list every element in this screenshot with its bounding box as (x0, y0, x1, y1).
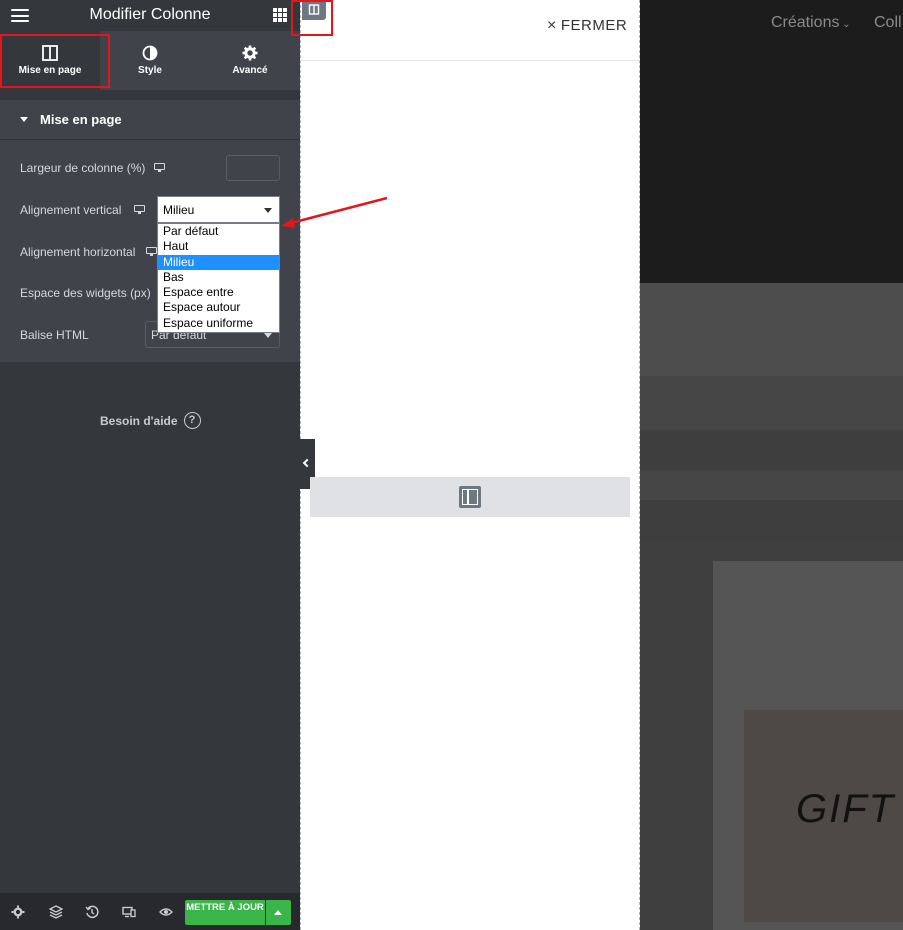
dropdown-option-selected[interactable]: Milieu (158, 254, 279, 270)
vertical-align-select[interactable]: Milieu (157, 196, 280, 223)
vertical-align-dropdown-list: Par défaut Haut Milieu Bas Espace entre … (157, 223, 280, 333)
editor-canvas-column (300, 0, 640, 930)
nav-label: Créations (771, 14, 840, 31)
question-circle-icon: ? (183, 412, 201, 429)
responsive-mode-icon[interactable] (122, 905, 136, 919)
background-band (640, 430, 903, 470)
chevron-left-icon (302, 458, 312, 468)
horizontal-align-label: Alignement horizontal (20, 245, 136, 259)
close-label: FERMER (560, 17, 628, 34)
widgets-grid-icon[interactable] (273, 8, 287, 22)
widget-gap-label: Espace des widgets (px) (20, 286, 151, 300)
column-width-input[interactable] (226, 155, 280, 181)
history-icon[interactable] (85, 905, 99, 919)
update-button[interactable]: METTRE À JOUR (185, 900, 265, 925)
annotation-highlight-box (0, 34, 110, 88)
close-button[interactable]: × FERMER (547, 17, 627, 35)
site-preview: Créations ⌄ Coll GIFT C (640, 0, 903, 930)
caret-down-icon (20, 117, 28, 122)
annotation-arrow (281, 196, 388, 228)
tab-advanced[interactable]: Avancé (200, 31, 300, 90)
nav-item-collections[interactable]: Coll (874, 14, 902, 32)
chevron-down-icon (264, 333, 272, 338)
tab-style[interactable]: Style (100, 31, 200, 90)
dropdown-option[interactable]: Espace autour (158, 300, 279, 315)
gear-icon (242, 45, 258, 61)
nav-item-creations[interactable]: Créations ⌄ (771, 14, 851, 32)
update-options-button[interactable] (266, 900, 291, 925)
background-band (640, 283, 903, 376)
background-band (640, 376, 903, 430)
dropdown-option[interactable]: Haut (158, 239, 279, 254)
tab-label: Avancé (232, 65, 268, 76)
add-widget-icon (459, 486, 481, 508)
dropdown-option[interactable]: Espace uniforme (158, 316, 279, 331)
desktop-icon[interactable] (134, 205, 145, 214)
background-band (640, 500, 903, 540)
desktop-icon[interactable] (146, 247, 157, 256)
close-icon: × (547, 17, 557, 34)
tab-label: Style (138, 65, 162, 76)
gift-card-text: GIFT C (796, 787, 903, 831)
divider (300, 60, 640, 61)
editor-panel: Modifier Colonne Mise en page Style Avan… (0, 0, 300, 930)
help-label: Besoin d'aide (100, 413, 178, 428)
panel-header: Modifier Colonne (0, 0, 300, 31)
desktop-icon[interactable] (154, 163, 165, 172)
vertical-align-label: Alignement vertical (20, 203, 122, 217)
panel-title: Modifier Colonne (89, 6, 211, 23)
chevron-up-icon (274, 910, 282, 915)
eye-preview-icon[interactable] (159, 905, 173, 919)
layers-icon[interactable] (49, 905, 63, 919)
section-title: Mise en page (40, 112, 122, 127)
help-link[interactable]: Besoin d'aide ? (100, 412, 201, 429)
annotation-highlight-box (291, 0, 333, 36)
half-circle-icon (142, 45, 158, 61)
dropdown-option[interactable]: Espace entre (158, 285, 279, 300)
column-width-label: Largeur de colonne (%) (20, 161, 146, 175)
hero-image (640, 0, 903, 283)
chevron-down-icon: ⌄ (839, 19, 851, 30)
vertical-align-value: Milieu (163, 203, 195, 217)
chevron-down-icon (264, 208, 272, 213)
settings-gear-icon[interactable] (11, 905, 25, 919)
dropdown-option[interactable]: Par défaut (158, 224, 279, 239)
html-tag-label: Balise HTML (20, 328, 89, 342)
section-header-layout[interactable]: Mise en page (0, 100, 300, 140)
dropdown-option[interactable]: Bas (158, 270, 279, 285)
background-band (640, 470, 903, 500)
